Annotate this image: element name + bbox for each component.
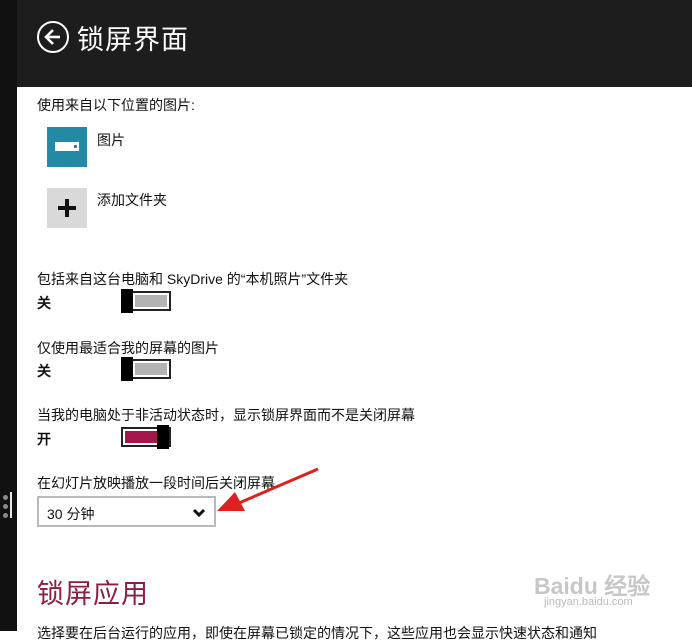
toggle-state-inactive: 开 <box>37 431 51 447</box>
grip-dot <box>3 504 8 509</box>
grip-dot <box>3 495 8 500</box>
settings-content: 使用来自以下位置的图片: 图片 添加文件夹 包括来自这台电脑和 SkyDrive… <box>17 87 692 641</box>
chevron-down-icon <box>192 508 206 518</box>
screen-off-dropdown[interactable]: 30 分钟 <box>37 496 216 527</box>
toggle-show-lock-screen[interactable] <box>121 425 171 449</box>
setting-label-fit-screen: 仅使用最适合我的屏幕的图片 <box>37 340 219 356</box>
page-title: 锁屏界面 <box>77 25 189 55</box>
add-folder-tile[interactable] <box>47 188 87 228</box>
toggle-state-skydrive: 关 <box>37 295 51 311</box>
grip-dot <box>3 513 8 518</box>
resize-handle[interactable] <box>10 492 12 518</box>
baidu-jingyan-watermark: Baidu 经验 jingyan.baidu.com <box>534 567 664 615</box>
toggle-thumb[interactable] <box>157 425 169 449</box>
page-header: 锁屏界面 <box>17 0 692 87</box>
add-folder-label[interactable]: 添加文件夹 <box>97 190 167 210</box>
toggle-skydrive-photos[interactable] <box>121 289 171 313</box>
back-button[interactable] <box>37 21 69 53</box>
pictures-library-tile[interactable] <box>47 127 87 167</box>
toggle-fit-screen[interactable] <box>121 357 171 381</box>
charms-edge-strip <box>0 0 17 631</box>
lock-apps-section-title: 锁屏应用 <box>37 579 149 609</box>
lock-apps-description: 选择要在后台运行的应用，即使在屏幕已锁定的情况下，这些应用也会显示快速状态和通知 <box>37 625 597 641</box>
toggle-thumb[interactable] <box>121 289 133 313</box>
toggle-state-fit-screen: 关 <box>37 363 51 379</box>
back-arrow-icon <box>44 29 60 45</box>
setting-label-inactive: 当我的电脑处于非活动状态时，显示锁屏界面而不是关闭屏幕 <box>37 407 415 423</box>
setting-label-skydrive: 包括来自这台电脑和 SkyDrive 的“本机照片”文件夹 <box>37 271 349 287</box>
watermark-url: jingyan.baidu.com <box>544 596 633 608</box>
pictures-source-label: 使用来自以下位置的图片: <box>37 97 195 113</box>
red-annotation-arrow <box>217 467 319 511</box>
toggle-thumb[interactable] <box>121 357 133 381</box>
screen-off-selected-value: 30 分钟 <box>47 506 95 522</box>
pictures-library-label[interactable]: 图片 <box>97 130 125 150</box>
